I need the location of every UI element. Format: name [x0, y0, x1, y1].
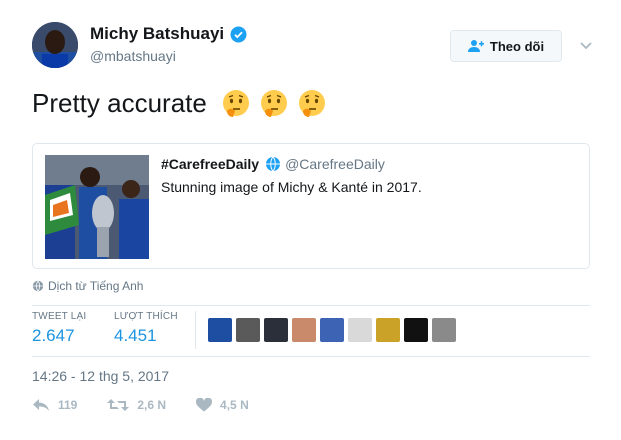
like-button[interactable]: 4,5 N — [196, 398, 249, 412]
likers-avatars — [208, 318, 460, 342]
retweet-button[interactable]: 2,6 N — [107, 398, 166, 412]
liker-avatar[interactable] — [320, 318, 344, 342]
liker-avatar[interactable] — [432, 318, 456, 342]
tweet-text-content: Pretty accurate — [32, 88, 207, 118]
retweet-icon — [107, 399, 130, 411]
chevron-down-icon[interactable] — [578, 38, 594, 54]
follow-button[interactable]: Theo dõi — [450, 30, 562, 62]
quoted-author-handle: @CarefreeDaily — [285, 156, 385, 172]
tweet-actions: 119 2,6 N 4,5 N — [32, 398, 279, 412]
globe-icon — [32, 280, 44, 292]
divider — [32, 356, 590, 357]
reply-count: 119 — [58, 398, 78, 412]
likes-stat[interactable]: LƯỢT THÍCH 4.451 — [114, 311, 178, 346]
divider — [32, 305, 590, 306]
follow-button-label: Theo dõi — [489, 38, 545, 54]
quoted-author[interactable]: #CarefreeDaily @CarefreeDaily — [161, 156, 385, 172]
liker-avatar[interactable] — [208, 318, 232, 342]
thinking-face-icon — [222, 89, 249, 117]
quoted-tweet-card[interactable]: #CarefreeDaily @CarefreeDaily Stunning i… — [32, 143, 590, 269]
likes-label: LƯỢT THÍCH — [114, 311, 178, 322]
likes-value: 4.451 — [114, 326, 157, 345]
liker-avatar[interactable] — [376, 318, 400, 342]
translate-link[interactable]: Dịch từ Tiếng Anh — [32, 279, 143, 293]
translate-label: Dịch từ Tiếng Anh — [48, 279, 144, 293]
author-name[interactable]: Michy Batshuayi — [90, 24, 247, 44]
quoted-tweet-text: Stunning image of Michy & Kanté in 2017. — [161, 179, 422, 195]
retweets-value: 2.647 — [32, 326, 75, 345]
tweet-text: Pretty accurate — [32, 88, 327, 119]
stats-separator — [195, 311, 196, 349]
add-user-icon — [467, 40, 484, 52]
reply-button[interactable]: 119 — [32, 398, 77, 412]
author-handle[interactable]: @mbatshuayi — [90, 48, 176, 64]
quoted-tweet-image — [45, 155, 149, 259]
author-name-text: Michy Batshuayi — [90, 24, 225, 43]
verified-badge-icon — [230, 26, 247, 43]
retweets-stat[interactable]: TWEET LẠI 2.647 — [32, 311, 86, 346]
retweets-label: TWEET LẠI — [32, 311, 87, 322]
thinking-face-icon — [260, 89, 287, 117]
liker-avatar[interactable] — [264, 318, 288, 342]
liker-avatar[interactable] — [236, 318, 260, 342]
globe-icon — [266, 156, 281, 172]
liker-avatar[interactable] — [404, 318, 428, 342]
author-avatar[interactable] — [32, 22, 78, 68]
heart-icon — [196, 398, 213, 412]
thinking-face-icon — [298, 89, 325, 117]
liker-avatar[interactable] — [292, 318, 316, 342]
liker-avatar[interactable] — [348, 318, 372, 342]
like-count: 4,5 N — [220, 398, 249, 412]
retweet-count: 2,6 N — [137, 398, 167, 412]
reply-icon — [33, 399, 49, 411]
quoted-author-name: #CarefreeDaily — [161, 156, 260, 172]
tweet-timestamp[interactable]: 14:26 - 12 thg 5, 2017 — [32, 368, 169, 384]
